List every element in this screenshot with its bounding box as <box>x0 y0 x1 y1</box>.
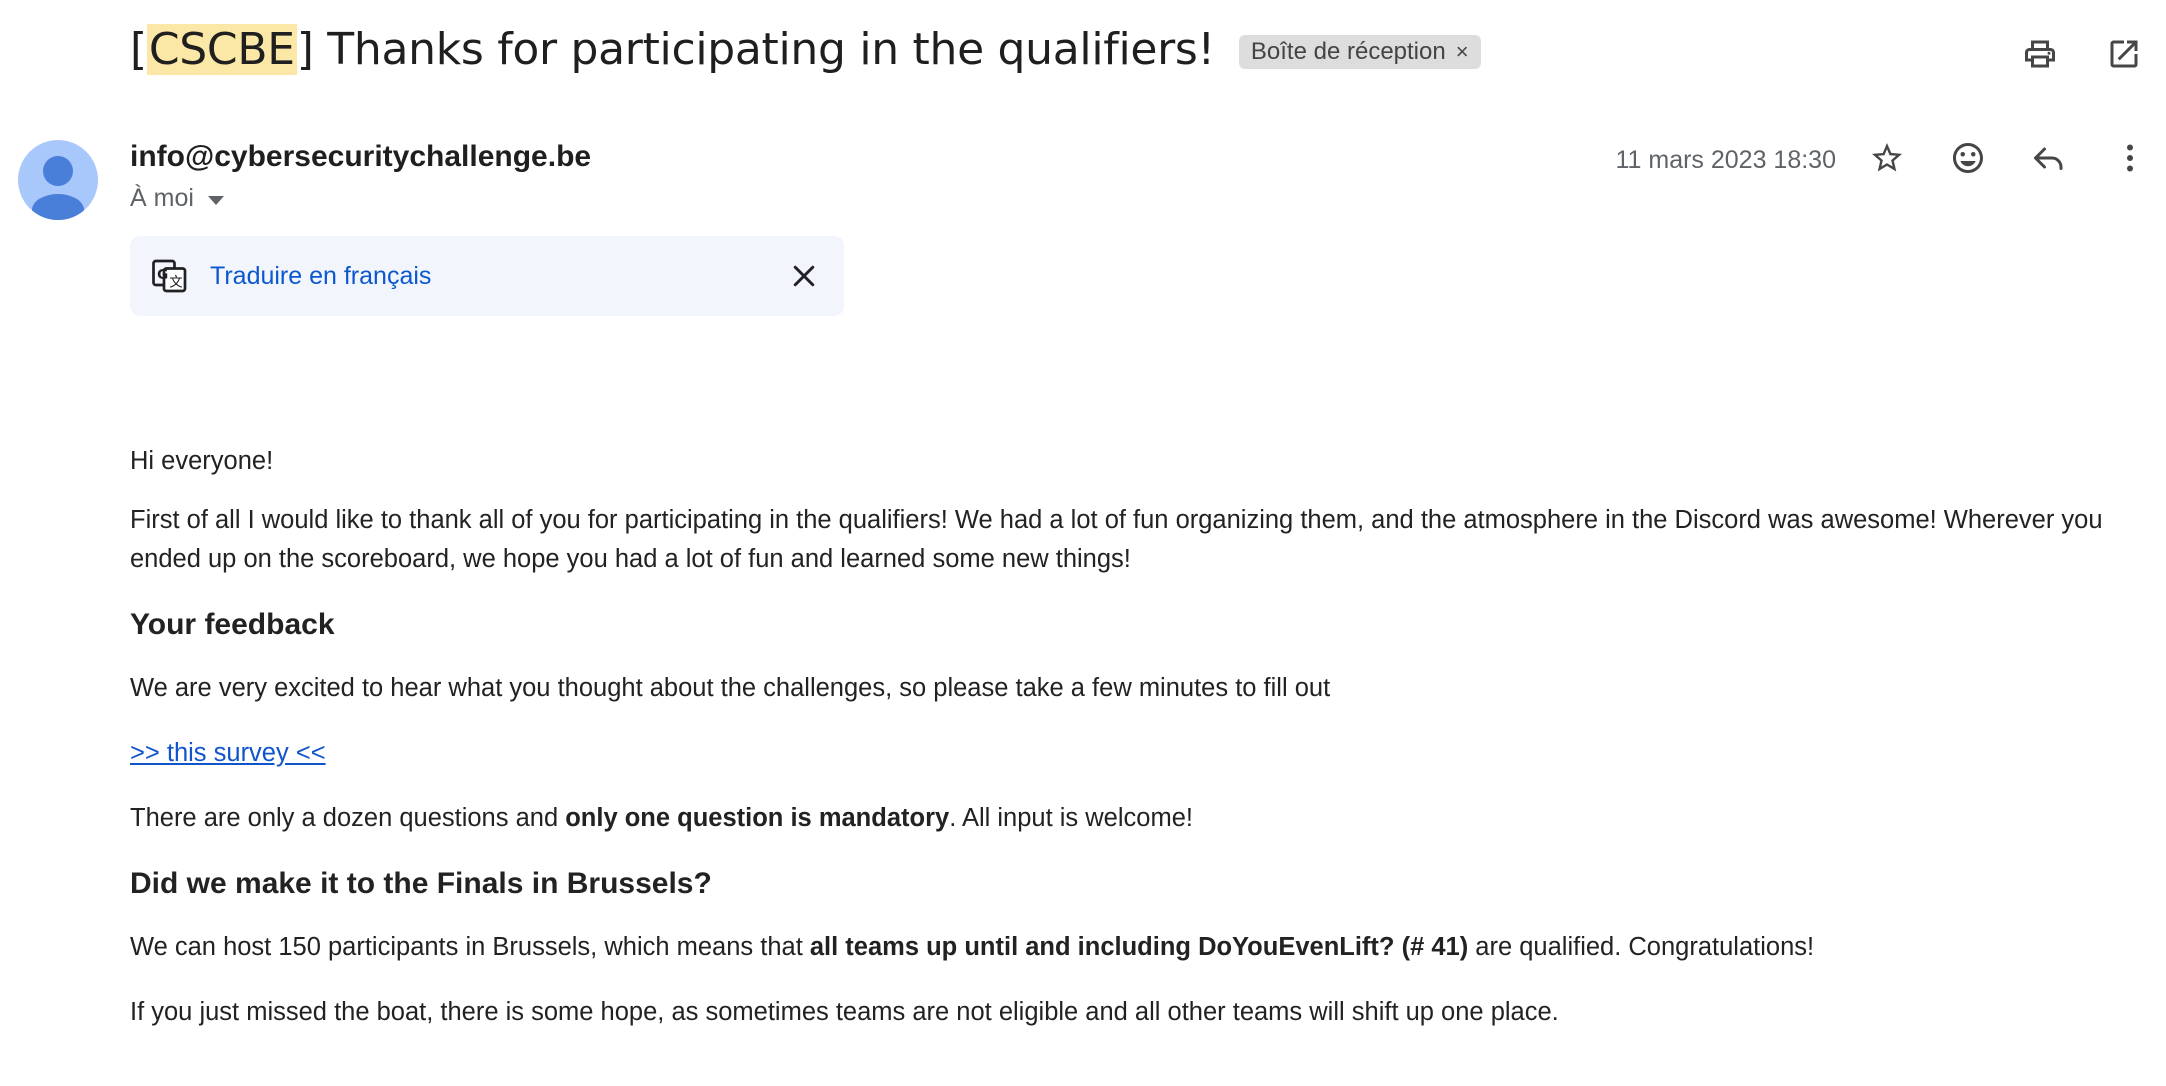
open-in-new-window-button[interactable] <box>2102 32 2146 76</box>
email-body: Hi everyone! First of all I would like t… <box>130 442 2130 1058</box>
translate-link[interactable]: Traduire en français <box>210 262 784 291</box>
star-icon <box>1872 143 1902 172</box>
recipient-details-chevron-down-icon[interactable] <box>207 195 224 205</box>
add-reaction-button[interactable] <box>1946 136 1990 180</box>
reply-button[interactable] <box>2027 136 2071 180</box>
questions-text-post: . All input is welcome! <box>949 804 1193 832</box>
host-text-pre: We can host 150 participants in Brussels… <box>130 933 810 961</box>
emoji-icon <box>1953 143 1983 173</box>
remove-label-button[interactable]: × <box>1456 39 1469 65</box>
more-options-button[interactable] <box>2108 136 2152 180</box>
close-translate-button[interactable] <box>784 256 824 296</box>
reply-icon <box>2034 147 2063 170</box>
questions-text-bold: only one question is mandatory <box>565 804 950 832</box>
print-button[interactable] <box>2018 32 2062 76</box>
subject-tag-highlight: CSCBE <box>146 24 297 75</box>
recipient-text: À moi <box>130 184 194 212</box>
survey-link[interactable]: >> this survey << <box>130 739 326 767</box>
finals-heading: Did we make it to the Finals in Brussels… <box>130 867 712 900</box>
host-paragraph: We can host 150 participants in Brussels… <box>130 928 2130 967</box>
email-subject: [CSCBE] Thanks for participating in the … <box>130 24 1215 75</box>
print-icon <box>2025 40 2055 68</box>
translate-banner: G 文 Traduire en français <box>130 236 844 316</box>
inbox-label-chip[interactable]: Boîte de réception × <box>1238 34 1481 69</box>
host-text-post: are qualified. Congratulations! <box>1468 933 1815 961</box>
subject-bracket: [ <box>130 24 147 75</box>
feedback-paragraph: We are very excited to hear what you tho… <box>130 674 1331 702</box>
host-text-bold: all teams up until and including DoYouEv… <box>809 933 1469 961</box>
sender-avatar[interactable] <box>18 140 98 220</box>
message-date: 11 mars 2023 18:30 <box>1615 146 1836 174</box>
star-button[interactable] <box>1865 136 1909 180</box>
greeting: Hi everyone! <box>130 447 274 475</box>
svg-text:G: G <box>157 267 168 283</box>
feedback-heading: Your feedback <box>130 608 335 641</box>
recipient-line[interactable]: À moi <box>130 184 224 213</box>
message-actions <box>1865 136 2152 180</box>
thread-actions <box>2018 32 2146 76</box>
sender-email: info@cybersecuritychallenge.be <box>130 140 592 173</box>
open-in-new-window-icon <box>2110 40 2138 68</box>
survey-paragraph: >> this survey << <box>130 734 2130 773</box>
more-vert-icon <box>2127 144 2133 172</box>
inbox-label-text: Boîte de réception <box>1250 37 1446 65</box>
google-translate-icon: G 文 <box>152 259 187 293</box>
subject-text: ] Thanks for participating in the qualif… <box>296 24 1215 75</box>
questions-paragraph: There are only a dozen questions and onl… <box>130 799 2130 838</box>
person-icon <box>32 156 84 220</box>
subject-row: [CSCBE] Thanks for participating in the … <box>130 24 1481 75</box>
intro-paragraph: First of all I would like to thank all o… <box>130 506 2103 573</box>
svg-text:文: 文 <box>169 275 183 291</box>
questions-text-pre: There are only a dozen questions and <box>130 804 566 832</box>
missed-paragraph: If you just missed the boat, there is so… <box>130 998 1559 1026</box>
close-icon <box>793 265 815 287</box>
